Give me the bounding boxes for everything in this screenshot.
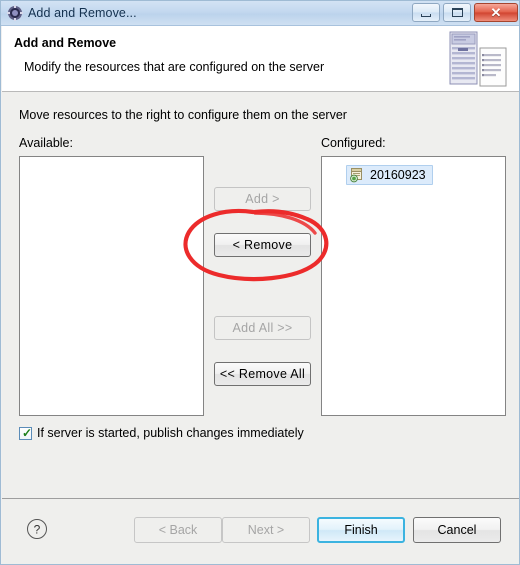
add-and-remove-dialog: Add and Remove... ✕ Add and Remove Modif… xyxy=(0,0,520,565)
configured-label: Configured: xyxy=(321,136,386,150)
remove-button[interactable]: < Remove xyxy=(214,233,311,257)
configured-list[interactable]: 20160923 xyxy=(321,156,506,416)
page-title: Add and Remove xyxy=(14,36,117,50)
web-module-icon xyxy=(349,167,365,183)
dialog-header: Add and Remove Modify the resources that… xyxy=(2,26,519,92)
minimize-button[interactable] xyxy=(412,3,440,22)
window-title: Add and Remove... xyxy=(28,6,137,20)
svg-text:?: ? xyxy=(34,523,41,537)
remove-all-button[interactable]: << Remove All xyxy=(214,362,311,386)
minimize-icon xyxy=(421,13,431,17)
cancel-button[interactable]: Cancel xyxy=(413,517,501,543)
add-button: Add > xyxy=(214,187,311,211)
finish-button[interactable]: Finish xyxy=(317,517,405,543)
help-button[interactable]: ? xyxy=(26,518,48,540)
available-list[interactable] xyxy=(19,156,204,416)
list-item[interactable]: 20160923 xyxy=(346,165,433,185)
add-all-button: Add All >> xyxy=(214,316,311,340)
publish-immediately-checkbox[interactable]: ✓ xyxy=(19,425,33,440)
list-item-label: 20160923 xyxy=(370,168,426,182)
available-label: Available: xyxy=(19,136,73,150)
title-bar: Add and Remove... ✕ xyxy=(1,1,519,26)
publish-immediately-label: If server is started, publish changes im… xyxy=(37,426,304,440)
close-button[interactable]: ✕ xyxy=(474,3,518,22)
gear-icon xyxy=(7,5,23,21)
page-description: Modify the resources that are configured… xyxy=(24,60,325,74)
dialog-body: Move resources to the right to configure… xyxy=(2,92,519,498)
publish-immediately-row[interactable]: ✓ If server is started, publish changes … xyxy=(19,426,304,440)
instruction-text: Move resources to the right to configure… xyxy=(19,108,347,122)
server-and-document-icon xyxy=(448,30,510,88)
next-button: Next > xyxy=(222,517,310,543)
back-button: < Back xyxy=(134,517,222,543)
close-icon: ✕ xyxy=(490,5,502,20)
maximize-button[interactable] xyxy=(443,3,471,22)
maximize-icon xyxy=(451,8,463,17)
checkmark-icon: ✓ xyxy=(22,425,33,440)
dialog-footer: ? < Back Next > Finish Cancel xyxy=(2,499,519,564)
window-controls: ✕ xyxy=(412,3,518,22)
